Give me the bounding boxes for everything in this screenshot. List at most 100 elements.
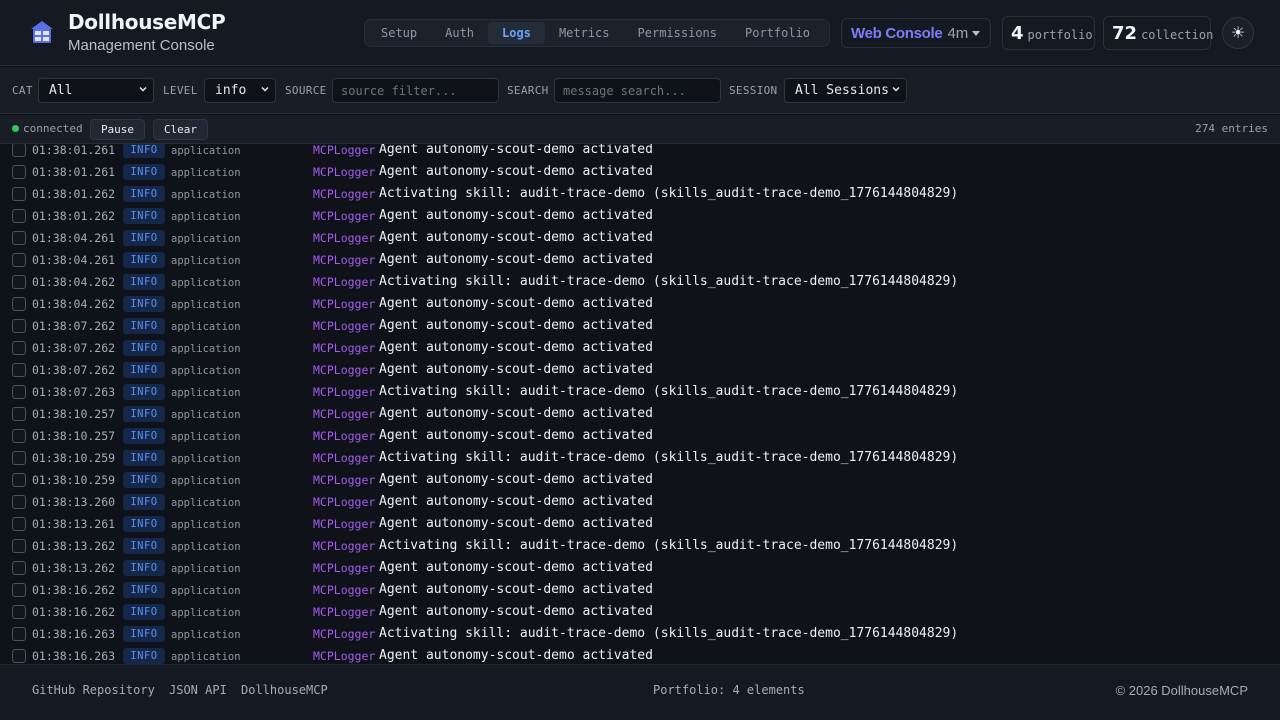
row-select-checkbox[interactable] <box>12 627 26 641</box>
row-select-checkbox[interactable] <box>12 144 26 157</box>
log-row[interactable]: 01:38:07.263 INFO application MCPLogger Acti… <box>0 381 1280 403</box>
tab-permissions[interactable]: Permissions <box>624 22 731 44</box>
log-row[interactable]: 01:38:07.262 INFO application MCPLogger Agen… <box>0 359 1280 381</box>
log-message: Agent autonomy-scout-demo activated <box>379 516 653 531</box>
row-select-checkbox[interactable] <box>12 341 26 355</box>
log-row[interactable]: 01:38:01.262 INFO application MCPLogger Acti… <box>0 183 1280 205</box>
log-row[interactable]: 01:38:04.261 INFO application MCPLogger Agen… <box>0 227 1280 249</box>
row-select-checkbox[interactable] <box>12 319 26 333</box>
row-select-checkbox[interactable] <box>12 473 26 487</box>
portfolio-count-badge[interactable]: 4 portfolio <box>1002 16 1095 50</box>
row-select-checkbox[interactable] <box>12 209 26 223</box>
log-category: application <box>171 233 241 245</box>
pause-button[interactable]: Pause <box>90 119 145 140</box>
log-row[interactable]: 01:38:07.262 INFO application MCPLogger Agen… <box>0 315 1280 337</box>
portfolio-label: portfolio <box>1027 28 1093 42</box>
log-row[interactable]: 01:38:13.262 INFO application MCPLogger Acti… <box>0 535 1280 557</box>
log-timestamp: 01:38:01.261 <box>32 165 116 179</box>
log-source: MCPLogger <box>313 407 376 421</box>
theme-toggle-button[interactable]: ☀ <box>1222 17 1254 49</box>
row-select-checkbox[interactable] <box>12 253 26 267</box>
log-timestamp: 01:38:13.262 <box>32 561 116 575</box>
row-select-checkbox[interactable] <box>12 407 26 421</box>
log-level-badge: INFO <box>123 384 165 400</box>
log-category: application <box>171 277 241 289</box>
log-row[interactable]: 01:38:16.262 INFO application MCPLogger Agen… <box>0 579 1280 601</box>
log-category: application <box>171 563 241 575</box>
log-row[interactable]: 01:38:13.262 INFO application MCPLogger Agen… <box>0 557 1280 579</box>
chevron-down-icon <box>261 86 269 92</box>
log-row[interactable]: 01:38:01.261 INFO application MCPLogger Agen… <box>0 161 1280 183</box>
tab-portfolio[interactable]: Portfolio <box>731 22 824 44</box>
brand-title: DollhouseMCP <box>68 10 226 34</box>
entry-count: 274 entries <box>1195 122 1268 135</box>
tab-metrics[interactable]: Metrics <box>545 22 624 44</box>
log-level-badge: INFO <box>123 340 165 356</box>
row-select-checkbox[interactable] <box>12 385 26 399</box>
clear-button[interactable]: Clear <box>153 119 208 140</box>
console-session-select[interactable]: Web Console 4m <box>841 18 991 48</box>
log-timestamp: 01:38:04.262 <box>32 297 116 311</box>
collection-count-badge[interactable]: 72 collection <box>1103 16 1213 50</box>
log-row[interactable]: 01:38:13.260 INFO application MCPLogger Agen… <box>0 491 1280 513</box>
row-select-checkbox[interactable] <box>12 605 26 619</box>
log-category: application <box>171 189 241 201</box>
row-select-checkbox[interactable] <box>12 583 26 597</box>
log-level-badge: INFO <box>123 648 165 664</box>
log-row[interactable]: 01:38:13.261 INFO application MCPLogger Agen… <box>0 513 1280 535</box>
tab-auth[interactable]: Auth <box>431 22 488 44</box>
log-source: MCPLogger <box>313 341 376 355</box>
github-repository-link[interactable]: GitHub Repository <box>32 683 155 697</box>
json-api-link[interactable]: JSON API <box>169 683 227 697</box>
row-select-checkbox[interactable] <box>12 297 26 311</box>
log-message: Agent autonomy-scout-demo activated <box>379 164 653 179</box>
log-row[interactable]: 01:38:04.262 INFO application MCPLogger Acti… <box>0 271 1280 293</box>
level-select[interactable]: info <box>204 78 276 103</box>
log-source: MCPLogger <box>313 605 376 619</box>
row-select-checkbox[interactable] <box>12 429 26 443</box>
log-row[interactable]: 01:38:01.262 INFO application MCPLogger Agen… <box>0 205 1280 227</box>
log-row[interactable]: 01:38:04.262 INFO application MCPLogger Agen… <box>0 293 1280 315</box>
message-search-input[interactable] <box>554 78 721 103</box>
tab-logs[interactable]: Logs <box>488 22 545 44</box>
source-filter-input[interactable] <box>332 78 499 103</box>
log-timestamp: 01:38:04.262 <box>32 275 116 289</box>
row-select-checkbox[interactable] <box>12 187 26 201</box>
log-level-badge: INFO <box>123 274 165 290</box>
row-select-checkbox[interactable] <box>12 649 26 663</box>
row-select-checkbox[interactable] <box>12 451 26 465</box>
session-select[interactable]: All Sessions <box>784 78 907 103</box>
log-timestamp: 01:38:13.262 <box>32 539 116 553</box>
log-row[interactable]: 01:38:07.262 INFO application MCPLogger Agen… <box>0 337 1280 359</box>
log-row[interactable]: 01:38:10.259 INFO application MCPLogger Agen… <box>0 469 1280 491</box>
row-select-checkbox[interactable] <box>12 275 26 289</box>
log-row[interactable]: 01:38:10.257 INFO application MCPLogger Agen… <box>0 425 1280 447</box>
row-select-checkbox[interactable] <box>12 165 26 179</box>
log-row[interactable]: 01:38:01.261 INFO application MCPLogger Agen… <box>0 144 1280 161</box>
log-message: Agent autonomy-scout-demo activated <box>379 144 653 157</box>
log-row[interactable]: 01:38:10.257 INFO application MCPLogger Agen… <box>0 403 1280 425</box>
log-row[interactable]: 01:38:04.261 INFO application MCPLogger Agen… <box>0 249 1280 271</box>
row-select-checkbox[interactable] <box>12 561 26 575</box>
log-source: MCPLogger <box>313 495 376 509</box>
cat-select[interactable]: All <box>38 78 154 103</box>
log-level-badge: INFO <box>123 494 165 510</box>
log-category: application <box>171 145 241 157</box>
row-select-checkbox[interactable] <box>12 517 26 531</box>
row-select-checkbox[interactable] <box>12 539 26 553</box>
dollhousemcp-link[interactable]: DollhouseMCP <box>241 683 328 697</box>
log-row[interactable]: 01:38:16.263 INFO application MCPLogger Acti… <box>0 623 1280 645</box>
row-select-checkbox[interactable] <box>12 495 26 509</box>
log-row[interactable]: 01:38:10.259 INFO application MCPLogger Acti… <box>0 447 1280 469</box>
log-row[interactable]: 01:38:16.262 INFO application MCPLogger Agen… <box>0 601 1280 623</box>
log-timestamp: 01:38:10.257 <box>32 407 116 421</box>
row-select-checkbox[interactable] <box>12 363 26 377</box>
log-level-badge: INFO <box>123 186 165 202</box>
log-source: MCPLogger <box>313 275 376 289</box>
console-name: Web Console <box>851 24 943 42</box>
dollhouse-icon[interactable] <box>30 20 54 44</box>
tab-setup[interactable]: Setup <box>367 22 431 44</box>
log-category: application <box>171 651 241 663</box>
log-row[interactable]: 01:38:16.263 INFO application MCPLogger Agen… <box>0 645 1280 664</box>
row-select-checkbox[interactable] <box>12 231 26 245</box>
